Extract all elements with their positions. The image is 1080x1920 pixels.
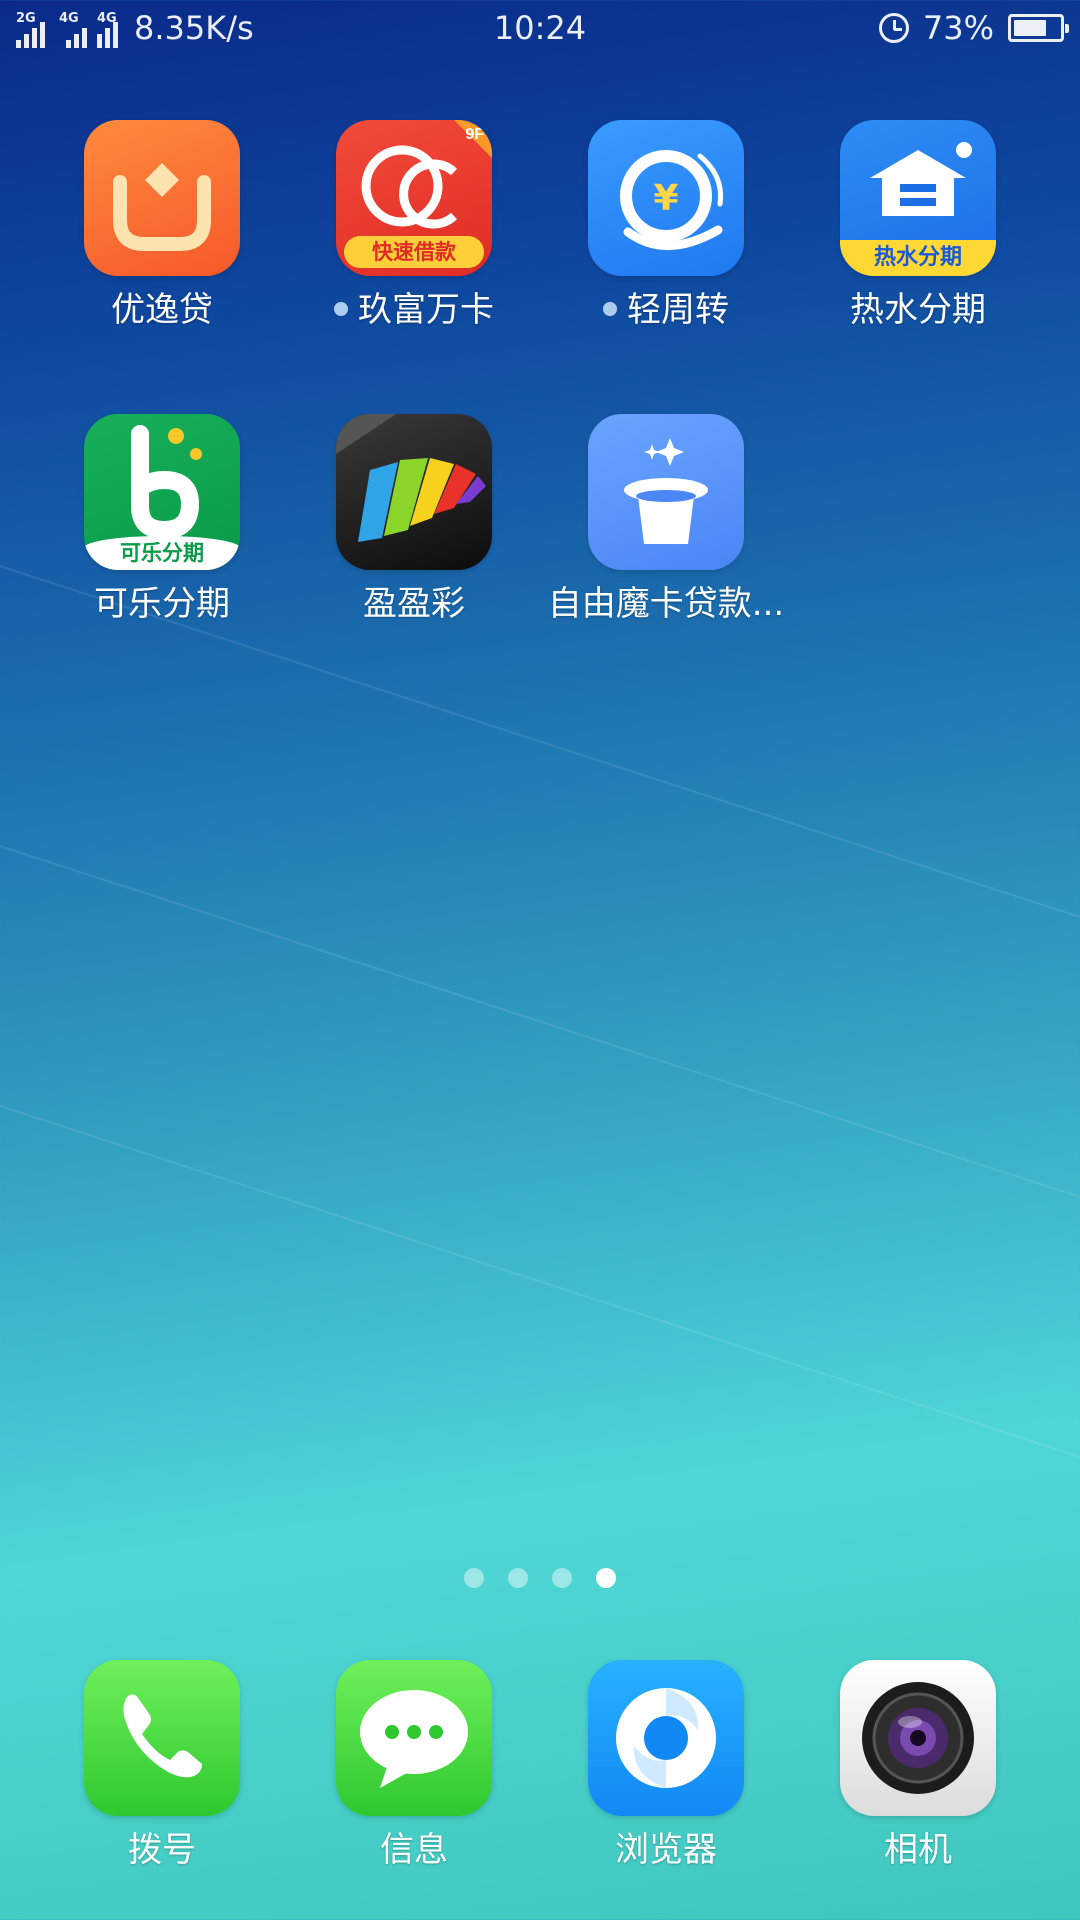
battery-percent: 73% <box>922 9 994 47</box>
app-label: 信息 <box>380 1830 448 1870</box>
app-jiufu-wanka[interactable]: 9F 快速借款 玖富万卡 <box>288 120 540 332</box>
app-ziyou-moka[interactable]: 自由魔卡贷款... <box>540 414 792 626</box>
svg-text:¥: ¥ <box>653 178 678 219</box>
magic-hat-icon <box>588 414 744 570</box>
app-label: 优逸贷 <box>111 290 213 330</box>
alarm-clock-icon <box>878 13 909 43</box>
app-label: 可乐分期 <box>94 584 230 624</box>
reshui-fenqi-icon: 热水分期 <box>840 120 996 276</box>
jiufu-wanka-icon: 9F 快速借款 <box>336 120 492 276</box>
browser-icon <box>588 1660 744 1816</box>
page-dot-4[interactable] <box>596 1568 616 1588</box>
app-yoyi-loan[interactable]: 优逸贷 <box>36 120 288 332</box>
dock-app-camera[interactable]: 相机 <box>792 1660 1044 1872</box>
page-dot-2[interactable] <box>508 1568 528 1588</box>
app-qing-zhouzhuan[interactable]: ¥ 轻周转 <box>540 120 792 332</box>
status-bar: 2G 4G 4G 8.35K/s 10:24 73% <box>0 0 1080 58</box>
page-indicator[interactable] <box>0 1568 1080 1588</box>
app-label: 自由魔卡贷款... <box>547 584 785 624</box>
camera-icon <box>840 1660 996 1816</box>
new-app-dot <box>603 301 617 316</box>
app-label: 盈盈彩 <box>363 584 465 624</box>
app-badge-text: 热水分期 <box>840 240 996 276</box>
app-label: 轻周转 <box>540 288 792 332</box>
app-yingying-cai[interactable]: 盈盈彩 <box>288 414 540 626</box>
app-label: 浏览器 <box>615 1830 717 1870</box>
yingying-cai-icon <box>336 414 492 570</box>
app-label: 拨号 <box>128 1830 196 1870</box>
page-dot-1[interactable] <box>464 1568 484 1588</box>
app-kele-fenqi[interactable]: 可乐分期 可乐分期 <box>36 414 288 626</box>
dock-app-messages[interactable]: 信息 <box>288 1660 540 1872</box>
qing-zhouzhuan-icon: ¥ <box>588 120 744 276</box>
battery-fill <box>1014 20 1047 36</box>
app-corner-text: 9F <box>465 126 484 143</box>
dock-app-browser[interactable]: 浏览器 <box>540 1660 792 1872</box>
app-label: 玖富万卡 <box>288 288 540 332</box>
dock-app-phone[interactable]: 拨号 <box>36 1660 288 1872</box>
app-label: 热水分期 <box>850 290 986 330</box>
page-dot-3[interactable] <box>552 1568 572 1588</box>
battery-icon <box>1008 14 1069 42</box>
app-badge-text: 可乐分期 <box>84 536 240 570</box>
phone-icon <box>84 1660 240 1816</box>
message-icon <box>336 1660 492 1816</box>
app-label: 相机 <box>884 1830 952 1870</box>
app-badge-text: 快速借款 <box>344 236 484 268</box>
app-reshui-fenqi[interactable]: 热水分期 热水分期 <box>792 120 1044 332</box>
new-app-dot <box>334 301 348 316</box>
yoyi-loan-icon <box>84 120 240 276</box>
kele-fenqi-icon: 可乐分期 <box>84 414 240 570</box>
